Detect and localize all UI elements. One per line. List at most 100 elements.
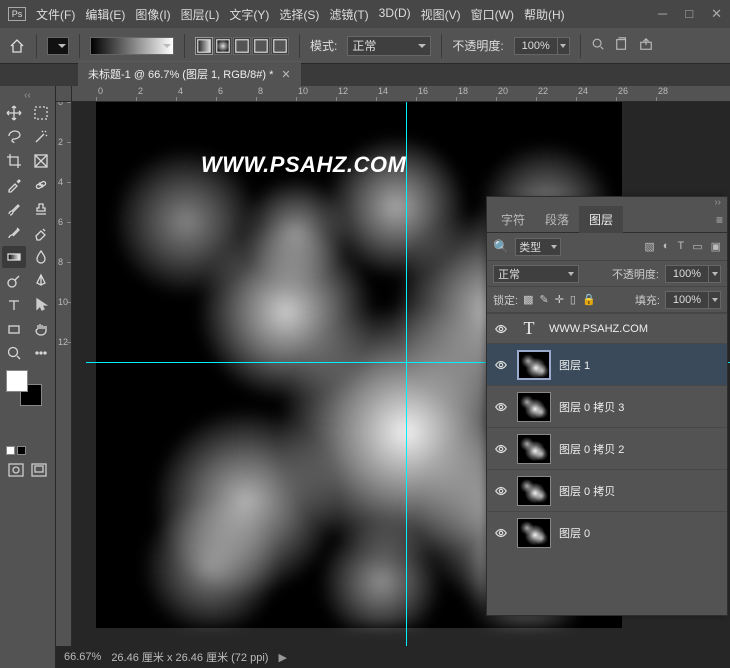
layer-row[interactable]: 图层 0 xyxy=(487,511,727,553)
history-brush-tool[interactable] xyxy=(2,222,26,244)
layer-row[interactable]: 图层 0 拷贝 xyxy=(487,469,727,511)
lasso-tool[interactable] xyxy=(2,126,26,148)
layer-name[interactable]: 图层 1 xyxy=(559,357,590,373)
visibility-eye-icon[interactable] xyxy=(493,358,509,372)
stamp-tool[interactable] xyxy=(29,198,53,220)
lock-brush-icon[interactable]: ✎ xyxy=(539,293,548,306)
eyedropper-tool[interactable] xyxy=(2,174,26,196)
blend-mode-select[interactable]: 正常 xyxy=(347,36,431,56)
color-chips[interactable] xyxy=(6,370,42,406)
edit-toolbar[interactable] xyxy=(29,342,53,364)
frame-tool[interactable] xyxy=(29,150,53,172)
type-tool[interactable] xyxy=(2,294,26,316)
layer-thumbnail[interactable] xyxy=(517,350,551,380)
layer-thumbnail[interactable] xyxy=(517,476,551,506)
dodge-tool[interactable] xyxy=(2,270,26,292)
marquee-tool[interactable] xyxy=(29,102,53,124)
quick-mask-icon[interactable] xyxy=(6,461,27,479)
menu-item[interactable]: 文字(Y) xyxy=(229,6,269,23)
layer-row[interactable]: 图层 0 拷贝 2 xyxy=(487,427,727,469)
menu-item[interactable]: 帮助(H) xyxy=(524,6,565,23)
lock-position-icon[interactable]: ✛ xyxy=(555,293,564,306)
home-icon[interactable] xyxy=(8,37,26,55)
menu-item[interactable]: 滤镜(T) xyxy=(329,6,368,23)
gradient-reflected[interactable] xyxy=(252,37,270,55)
layer-name[interactable]: 图层 0 xyxy=(559,525,590,541)
menu-item[interactable]: 选择(S) xyxy=(279,6,319,23)
layer-thumbnail[interactable] xyxy=(517,518,551,548)
zoom-level[interactable]: 66.67% xyxy=(64,651,101,663)
menu-item[interactable]: 窗口(W) xyxy=(471,6,514,23)
hand-tool[interactable] xyxy=(29,318,53,340)
visibility-eye-icon[interactable] xyxy=(493,400,509,414)
tab-layers[interactable]: 图层 xyxy=(579,206,623,233)
lock-all-icon[interactable]: 🔒 xyxy=(582,293,596,306)
foreground-color-chip[interactable] xyxy=(6,370,28,392)
opacity-value[interactable]: 100% xyxy=(514,37,558,55)
blur-tool[interactable] xyxy=(29,246,53,268)
visibility-eye-icon[interactable] xyxy=(493,442,509,456)
gradient-tool[interactable] xyxy=(2,246,26,268)
layer-name[interactable]: WWW.PSAHZ.COM xyxy=(549,323,648,335)
panel-menu-icon[interactable]: ≡ xyxy=(716,213,723,227)
menu-item[interactable]: 文件(F) xyxy=(36,6,75,23)
filter-smart-icon[interactable]: ▣ xyxy=(711,240,721,253)
menu-item[interactable]: 图像(I) xyxy=(135,6,170,23)
layer-opacity-dropdown[interactable] xyxy=(709,265,721,283)
layer-row[interactable]: 图层 1 xyxy=(487,343,727,385)
menu-item[interactable]: 图层(L) xyxy=(181,6,220,23)
guide-vertical[interactable] xyxy=(406,102,407,668)
gradient-radial[interactable] xyxy=(214,37,232,55)
gradient-preview-dropdown[interactable] xyxy=(90,37,174,55)
filter-adjust-icon[interactable]: ◐ xyxy=(663,240,670,253)
menu-item[interactable]: 编辑(E) xyxy=(85,6,125,23)
zoom-tool[interactable] xyxy=(2,342,26,364)
gradient-angle[interactable] xyxy=(233,37,251,55)
horizontal-ruler[interactable]: 0246810121416182022242628 xyxy=(72,86,730,102)
layer-name[interactable]: 图层 0 拷贝 xyxy=(559,483,615,499)
opacity-dropdown[interactable] xyxy=(558,37,570,55)
crop-tool[interactable] xyxy=(2,150,26,172)
filter-type-icon[interactable]: T xyxy=(677,240,684,253)
path-select-tool[interactable] xyxy=(29,294,53,316)
brush-tool[interactable] xyxy=(2,198,26,220)
pen-tool[interactable] xyxy=(29,270,53,292)
tab-paragraph[interactable]: 段落 xyxy=(535,206,579,233)
share-icon[interactable] xyxy=(639,37,653,54)
layer-thumbnail[interactable] xyxy=(517,392,551,422)
menu-item[interactable]: 视图(V) xyxy=(421,6,461,23)
filter-image-icon[interactable]: ▧ xyxy=(644,240,654,253)
eraser-tool[interactable] xyxy=(29,222,53,244)
screen-mode-icon[interactable] xyxy=(29,461,50,479)
gradient-linear[interactable] xyxy=(195,37,213,55)
document-tab[interactable]: 未标题-1 @ 66.7% (图层 1, RGB/8#) * ✕ xyxy=(78,61,301,86)
minimize-button[interactable]: ─ xyxy=(658,6,667,22)
lock-pixels-icon[interactable]: ▩ xyxy=(523,293,533,306)
default-colors-icon[interactable] xyxy=(6,446,53,455)
filter-shape-icon[interactable]: ▭ xyxy=(692,240,702,253)
close-icon[interactable]: ✕ xyxy=(281,68,290,81)
foreground-swatch-dropdown[interactable] xyxy=(47,37,69,55)
shape-tool[interactable] xyxy=(2,318,26,340)
tab-character[interactable]: 字符 xyxy=(491,206,535,233)
close-button[interactable]: ✕ xyxy=(711,6,722,22)
maximize-button[interactable]: □ xyxy=(685,6,693,22)
filter-kind-select[interactable]: 类型 xyxy=(515,238,561,256)
layer-opacity-value[interactable]: 100% xyxy=(665,265,709,283)
ruler-corner[interactable] xyxy=(56,86,72,102)
menu-item[interactable]: 3D(D) xyxy=(379,6,411,23)
visibility-eye-icon[interactable] xyxy=(493,526,509,540)
move-tool[interactable] xyxy=(2,102,26,124)
doc-history-icon[interactable] xyxy=(615,37,629,54)
panel-collapse-icon[interactable]: ‹‹ xyxy=(2,90,53,100)
filter-search-icon[interactable]: 🔍 xyxy=(493,239,509,255)
search-icon[interactable] xyxy=(591,37,605,54)
layer-row[interactable]: TWWW.PSAHZ.COM xyxy=(487,313,727,343)
vertical-ruler[interactable]: 024681012 xyxy=(56,102,72,668)
healing-tool[interactable] xyxy=(29,174,53,196)
lock-artboard-icon[interactable]: ▯ xyxy=(570,293,576,306)
layer-blend-select[interactable]: 正常 xyxy=(493,265,579,283)
visibility-eye-icon[interactable] xyxy=(493,322,509,336)
layer-name[interactable]: 图层 0 拷贝 3 xyxy=(559,399,624,415)
magic-wand-tool[interactable] xyxy=(29,126,53,148)
